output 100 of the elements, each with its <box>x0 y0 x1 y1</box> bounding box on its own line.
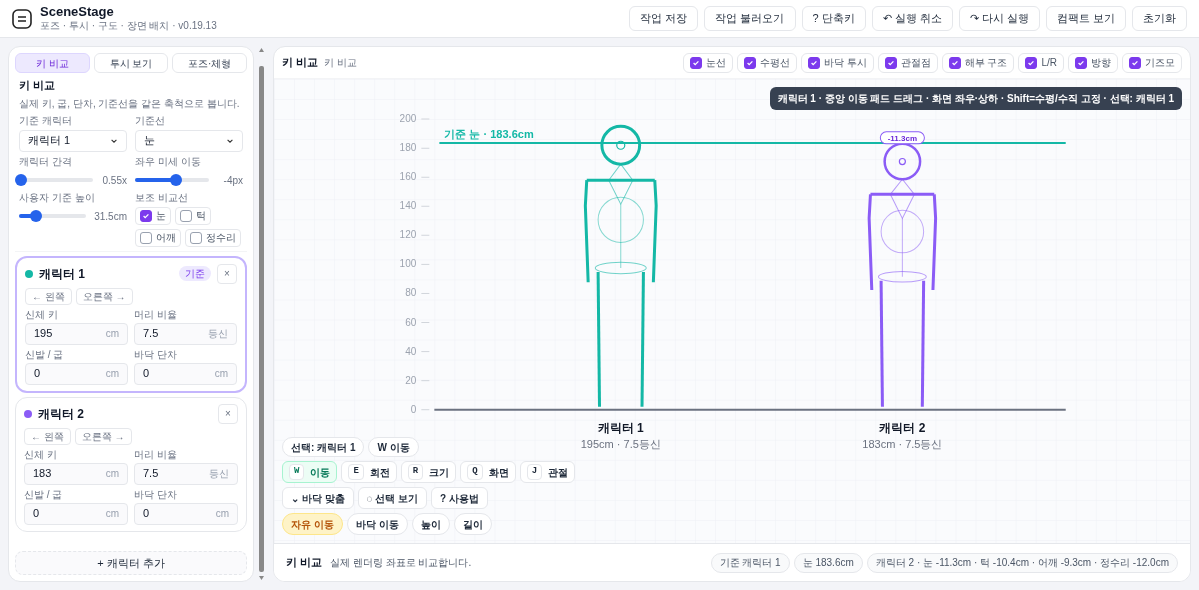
checkbox[interactable] <box>689 56 702 69</box>
header-button[interactable]: ? 단축키 <box>801 6 866 31</box>
view-toggle[interactable]: 눈선 <box>682 52 733 73</box>
sidebar-tab[interactable]: 포즈·체형 <box>172 53 247 73</box>
menu-icon[interactable] <box>12 8 32 29</box>
close-button[interactable]: × <box>217 263 237 284</box>
slider-thumb[interactable] <box>29 210 42 222</box>
move-button[interactable]: 오른쪽 → <box>75 287 133 305</box>
header-button[interactable]: ↷ 다시 실행 <box>958 6 1040 31</box>
input-field[interactable]: 183 cm <box>24 462 128 485</box>
view-toggle[interactable]: 바닥 투시 <box>800 52 874 73</box>
move-button[interactable]: 오른쪽 → <box>74 427 132 445</box>
action-button[interactable]: ? 사용법 <box>431 487 488 509</box>
input-field[interactable]: 7.5 등신 <box>134 322 237 345</box>
view-toggle[interactable]: 수평선 <box>736 52 797 73</box>
view-toggle[interactable]: 방향 <box>1068 52 1118 73</box>
sidebar-tab[interactable]: 투시 보기 <box>93 53 169 73</box>
action-button[interactable]: ⌄ 바닥 맞춤 <box>282 487 354 509</box>
figure-caption: 183cm · 7.5등신 <box>862 437 943 450</box>
field-label: 신발 / 굽 <box>24 488 64 501</box>
slider-reading: 31.5cm <box>94 209 127 224</box>
check-icon <box>691 58 700 67</box>
shortcut-key: W <box>289 464 305 480</box>
view-toggle[interactable]: 해부 구조 <box>941 52 1015 73</box>
view-toggle[interactable]: 관절점 <box>877 52 938 73</box>
info-chip: 캐릭터 2 · 눈 -11.3cm · 턱 -10.4cm · 어깨 -9.3cm · 정수리 -12.0cm <box>866 552 1178 573</box>
view-toggle[interactable]: 기즈모 <box>1122 52 1182 73</box>
slider-thumb[interactable] <box>15 174 28 186</box>
figure-name: 캐릭터 1 <box>597 420 644 435</box>
header-button[interactable]: 초기화 <box>1132 6 1187 31</box>
figure-caption: 195cm · 7.5등신 <box>580 437 661 450</box>
guide-line-option[interactable]: 정수리 <box>185 228 241 247</box>
select-field[interactable]: 캐릭터 1 <box>19 129 127 152</box>
select-field[interactable]: 눈 <box>135 129 243 152</box>
mode-button[interactable]: 바닥 이동 <box>346 513 408 535</box>
checkbox[interactable] <box>743 56 756 69</box>
slider[interactable] <box>19 210 87 222</box>
input-field[interactable]: 0 cm <box>24 502 128 525</box>
unit-label: cm <box>105 367 119 381</box>
checkbox[interactable] <box>1075 56 1087 69</box>
unit-label: 등신 <box>209 467 229 481</box>
axis-tick-label: 20 <box>405 374 417 386</box>
checkbox[interactable] <box>884 56 897 69</box>
checkbox[interactable] <box>180 209 192 222</box>
body-figure-drawing[interactable] <box>867 142 938 407</box>
guide-line-option[interactable]: 어깨 <box>135 228 181 247</box>
checkbox[interactable] <box>190 231 202 244</box>
action-button[interactable]: ◌ 선택 보기 <box>357 487 428 509</box>
sidebar-tab[interactable]: 키 비교 <box>15 53 90 73</box>
add-character-button[interactable]: + 캐릭터 추가 <box>15 551 247 575</box>
mode-button[interactable]: 자유 이동 <box>282 513 343 535</box>
checkbox[interactable] <box>1129 56 1141 69</box>
header-button[interactable]: ↶ 실행 취소 <box>871 6 953 31</box>
input-field[interactable]: 0 cm <box>25 362 128 385</box>
unit-label: cm <box>105 327 119 341</box>
guide-line-option[interactable]: 눈 <box>135 206 171 225</box>
slider-thumb[interactable] <box>169 174 182 186</box>
input-field[interactable]: 195 cm <box>25 322 128 345</box>
slider-label: 사용자 기준 높이 <box>19 190 96 205</box>
checkbox[interactable] <box>140 231 152 244</box>
field-value: 7.5 <box>143 326 159 342</box>
checkbox[interactable] <box>948 56 961 69</box>
tool-button[interactable]: R 크기 <box>400 461 457 483</box>
slider[interactable] <box>135 174 209 186</box>
tool-button[interactable]: J 관절 <box>519 461 576 483</box>
checkbox[interactable] <box>807 56 820 69</box>
canvas-subtitle: 키 비교 <box>324 56 357 70</box>
field-value: 0 <box>34 366 41 382</box>
reference-line-label: 기준 눈 · 183.6cm <box>444 127 534 140</box>
move-button[interactable]: ← 왼쪽 <box>25 287 72 305</box>
scrollbar[interactable] <box>258 46 265 582</box>
axis-tick-label: 100 <box>399 258 417 270</box>
move-button[interactable]: ← 왼쪽 <box>24 427 71 445</box>
check-icon <box>745 58 754 67</box>
reference-badge: 기준 <box>179 266 211 281</box>
checkbox[interactable] <box>1025 56 1038 69</box>
check-icon <box>1027 58 1036 67</box>
figure-name: 캐릭터 2 <box>879 420 926 435</box>
slider-reading: -4px <box>223 173 243 188</box>
tool-button[interactable]: E 회전 <box>341 461 397 483</box>
close-button[interactable]: × <box>218 403 238 424</box>
field-value: 183 <box>33 466 52 482</box>
app-title: SceneStage <box>40 4 115 21</box>
input-field[interactable]: 0 cm <box>134 362 237 385</box>
checkbox[interactable] <box>140 209 152 222</box>
input-field[interactable]: 0 cm <box>134 502 238 525</box>
view-toggle[interactable]: L/R <box>1018 52 1064 73</box>
input-field[interactable]: 7.5 등신 <box>134 462 238 485</box>
select-label: 기준 캐릭터 <box>19 113 73 128</box>
slider-label: 좌우 미세 이동 <box>135 154 202 169</box>
tool-button[interactable]: Q 화면 <box>460 461 516 483</box>
header-button[interactable]: 작업 저장 <box>629 6 699 31</box>
canvas-title: 키 비교 <box>282 55 319 71</box>
guide-line-option[interactable]: 턱 <box>175 206 211 225</box>
header-button[interactable]: 작업 불러오기 <box>704 6 796 31</box>
tool-button[interactable]: W 이동 <box>282 461 338 483</box>
status-chip: W 이동 <box>368 437 419 457</box>
check-icon <box>1131 58 1139 67</box>
slider-reading: 0.55x <box>102 173 127 188</box>
header-button[interactable]: 컴팩트 보기 <box>1045 6 1126 31</box>
